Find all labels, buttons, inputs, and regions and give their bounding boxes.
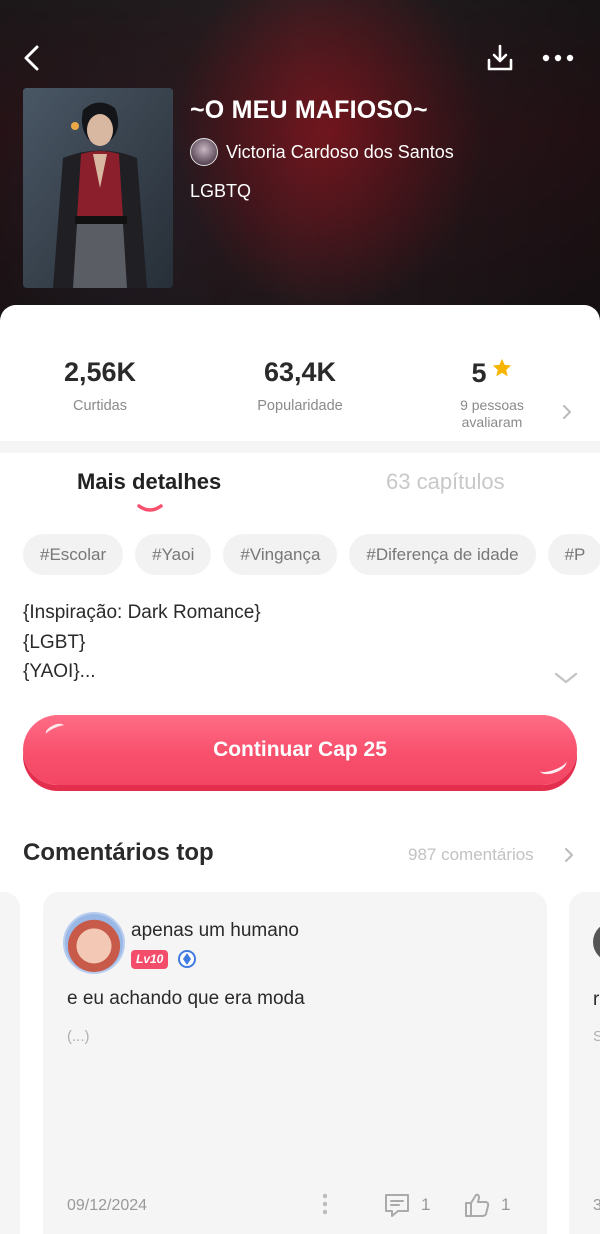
like-count: 1 (501, 1195, 511, 1214)
tag-chip[interactable]: #Diferença de idade (349, 534, 536, 575)
cover-illustration (23, 88, 173, 288)
reply-count: 1 (421, 1195, 431, 1214)
genre-label[interactable]: LGBTQ (190, 181, 251, 202)
popularity-stat: 63,4K Popularidade (200, 357, 400, 414)
tag-chip[interactable]: #Yaoi (135, 534, 212, 575)
tab-chapters[interactable]: 63 capítulos (386, 469, 505, 495)
continue-reading-label: Continuar Cap 25 (213, 738, 387, 761)
likes-label: Curtidas (73, 398, 127, 414)
comment-card[interactable]: apenas um humano Lv10 e eu achando que e… (43, 892, 547, 1234)
chevron-right-icon[interactable] (562, 405, 572, 419)
more-options-button[interactable] (536, 36, 580, 80)
next-comment-sub: S (593, 1028, 600, 1045)
comment-icon (385, 1194, 409, 1217)
tag-list: #Escolar #Yaoi #Vingança #Diferença de idad… (23, 534, 600, 576)
comment-truncated-marker: (...) (67, 1028, 90, 1045)
chevron-right-icon[interactable] (564, 847, 574, 863)
synopsis-line: {LGBT} (23, 631, 86, 653)
detail-tabs: Mais detalhes 63 capítulos (0, 465, 600, 515)
tag-chip[interactable]: #P (547, 534, 600, 575)
chevron-down-icon[interactable] (554, 671, 578, 685)
comment-text: e eu achando que era moda (67, 988, 305, 1009)
tag-chip[interactable]: #Escolar (23, 534, 124, 575)
comments-count-link[interactable]: 987 comentários (408, 845, 534, 865)
download-icon (487, 44, 513, 71)
book-cover[interactable] (23, 88, 173, 288)
stats-row: 2,56K Curtidas 63,4K Popularidade 5 9 pe… (0, 357, 600, 437)
download-button[interactable] (478, 36, 522, 80)
like-button[interactable]: 1 (463, 1192, 510, 1218)
commenter-avatar[interactable] (63, 912, 125, 974)
popularity-label: Popularidade (257, 398, 343, 414)
continue-reading-button[interactable]: Continuar Cap 25 (23, 715, 577, 785)
details-sheet: 2,56K Curtidas 63,4K Popularidade 5 9 pe… (0, 305, 600, 1234)
commenter-name[interactable]: apenas um humano (131, 920, 299, 942)
author-avatar (190, 138, 218, 166)
back-button[interactable] (10, 36, 54, 80)
tag-chip[interactable]: #Vingança (223, 534, 338, 575)
button-shine (537, 754, 569, 778)
likes-value: 2,56K (63, 357, 137, 387)
level-badge: Lv10 (131, 950, 169, 969)
book-title: ~O MEU MAFIOSO~ (190, 96, 428, 124)
star-icon (492, 358, 511, 377)
chevron-left-icon (24, 45, 39, 71)
more-horizontal-icon (542, 54, 574, 62)
thumbs-up-icon (465, 1193, 490, 1217)
rating-stat[interactable]: 5 9 pessoas avaliaram (392, 357, 592, 431)
next-comment-text: r (593, 989, 600, 1010)
synopsis-line: {Inspiração: Dark Romance} (23, 602, 261, 623)
synopsis-line: {YAOI}... (23, 661, 96, 682)
diamond-badge-icon (178, 950, 196, 968)
active-tab-indicator (137, 504, 163, 512)
author-name: Victoria Cardoso dos Santos (226, 141, 454, 162)
section-divider (0, 441, 600, 453)
synopsis: {Inspiração: Dark Romance} {LGBT} {YAOI}… (23, 598, 261, 687)
tab-details[interactable]: Mais detalhes (77, 469, 221, 495)
comment-date: 09/12/2024 (67, 1197, 148, 1214)
next-commenter-avatar (593, 922, 600, 962)
likes-stat: 2,56K Curtidas (0, 357, 200, 414)
reply-button[interactable]: 1 (383, 1192, 430, 1218)
rating-value: 5 (471, 358, 487, 388)
button-shine (43, 721, 67, 739)
popularity-value: 63,4K (263, 357, 337, 387)
more-vertical-icon[interactable] (319, 1192, 331, 1216)
next-comment-date: 3 (593, 1197, 600, 1214)
comment-card-prev[interactable] (0, 892, 20, 1234)
author-link[interactable]: Victoria Cardoso dos Santos (190, 138, 454, 166)
comments-heading: Comentários top (23, 839, 214, 866)
comment-card-next[interactable]: r S 3 (569, 892, 600, 1234)
